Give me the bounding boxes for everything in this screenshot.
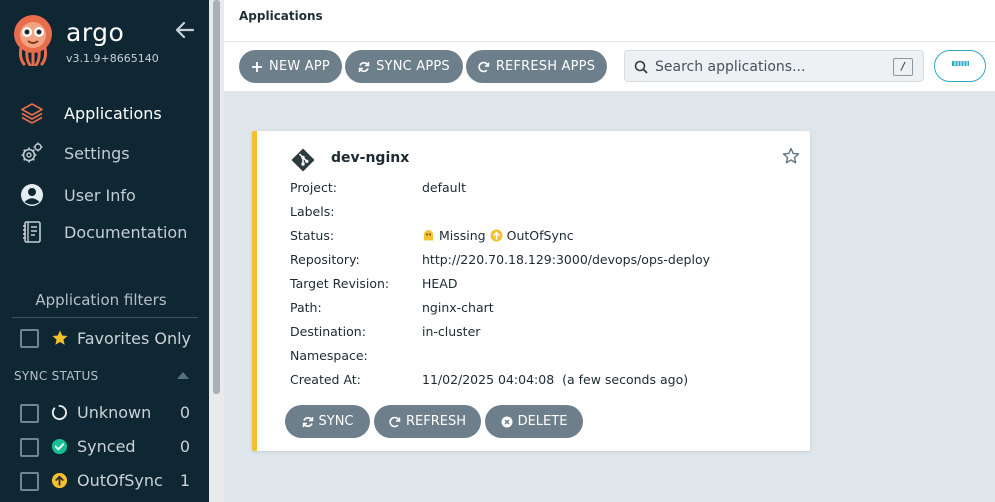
collapse-arrow-icon[interactable]: [175, 20, 195, 40]
scrollbar-thumb[interactable]: [213, 0, 220, 394]
field-key: Path:: [290, 300, 322, 315]
book-icon: [23, 221, 41, 243]
favorite-star-icon[interactable]: [782, 147, 800, 165]
filter-unknown[interactable]: Unknown 0: [20, 403, 190, 425]
arrow-up-circle-icon: [51, 472, 68, 489]
refresh-icon: [389, 416, 401, 427]
nav-item-label: User Info: [64, 185, 136, 205]
search-icon: [634, 60, 648, 74]
search-box[interactable]: /: [624, 50, 924, 82]
field-key: Created At:: [290, 372, 361, 387]
field-key: Labels:: [290, 204, 335, 219]
nav-item-documentation[interactable]: Documentation: [0, 216, 209, 248]
refresh-label: REFRESH: [406, 414, 466, 429]
sync-status-header: SYNC STATUS: [14, 369, 99, 383]
sync-status-text: OutOfSync: [506, 228, 574, 243]
filter-count: 1: [179, 471, 190, 490]
filter-label: OutOfSync: [77, 471, 163, 490]
page-header: Applications: [224, 0, 995, 42]
app-card[interactable]: dev-nginx Project: default Labels: Statu…: [252, 131, 810, 451]
filter-synced[interactable]: Synced 0: [20, 437, 190, 459]
refresh-apps-button[interactable]: REFRESH APPS: [466, 50, 607, 83]
caret-up-icon[interactable]: [176, 370, 190, 380]
sync-apps-label: SYNC APPS: [376, 59, 450, 74]
sync-button[interactable]: SYNC: [285, 405, 370, 438]
sidebar: argo v3.1.9+8665140 Applications Setting…: [0, 0, 209, 502]
field-key: Namespace:: [290, 348, 368, 363]
outofsync-checkbox[interactable]: [20, 472, 39, 491]
view-mode-button[interactable]: [934, 50, 986, 82]
plus-icon: [252, 61, 263, 72]
field-value: 11/02/2025 04:04:08 (a few seconds ago): [422, 372, 689, 387]
sync-icon: [302, 416, 313, 427]
health-status-text: Missing: [439, 228, 486, 243]
delete-label: DELETE: [517, 414, 568, 429]
search-shortcut: /: [893, 58, 913, 76]
refresh-button[interactable]: REFRESH: [374, 405, 481, 438]
favorites-checkbox[interactable]: [20, 329, 39, 348]
field-value: default: [422, 180, 466, 195]
times-circle-icon: [501, 416, 513, 427]
sidebar-scrollbar[interactable]: [209, 0, 224, 502]
layers-icon: [21, 103, 43, 124]
star-icon: [52, 330, 68, 345]
app-name[interactable]: dev-nginx: [331, 150, 409, 166]
new-app-label: NEW APP: [269, 59, 330, 74]
circle-notch-icon: [51, 404, 67, 421]
toolbar: NEW APP SYNC APPS REFRESH APPS /: [224, 42, 995, 92]
field-key: Status:: [290, 228, 335, 243]
filter-outofsync[interactable]: OutOfSync 1: [20, 471, 190, 493]
gears-icon: [21, 142, 43, 163]
repository-link[interactable]: http://220.70.18.129:3000/devops/ops-dep…: [422, 252, 710, 267]
breadcrumb[interactable]: Applications: [239, 9, 323, 23]
field-key: Target Revision:: [290, 276, 390, 291]
refresh-icon: [478, 61, 490, 72]
nav-item-label: Settings: [64, 143, 130, 163]
filter-count: 0: [179, 403, 190, 422]
tiles-view-icon: [952, 61, 969, 66]
field-value: in-cluster: [422, 324, 481, 339]
refresh-apps-label: REFRESH APPS: [495, 59, 596, 74]
new-app-button[interactable]: NEW APP: [239, 50, 342, 83]
field-key: Project:: [290, 180, 337, 195]
filter-label: Unknown: [77, 403, 152, 422]
filter-count: 0: [179, 437, 190, 456]
nav-item-user-info[interactable]: User Info: [0, 179, 209, 211]
unknown-checkbox[interactable]: [20, 404, 39, 423]
sync-icon: [358, 61, 370, 72]
favorites-label: Favorites Only: [77, 329, 192, 348]
brand-name: argo: [66, 18, 125, 47]
filters-title: Application filters: [35, 291, 167, 309]
field-key: Repository:: [290, 252, 360, 267]
sync-label: SYNC: [318, 414, 354, 429]
sync-apps-button[interactable]: SYNC APPS: [345, 50, 463, 83]
nav-item-label: Documentation: [64, 222, 188, 242]
nav-item-applications[interactable]: Applications: [0, 97, 209, 129]
check-circle-icon: [51, 438, 68, 455]
arrow-up-circle-icon: [490, 229, 503, 242]
version-label: v3.1.9+8665140: [66, 52, 159, 65]
argo-logo-icon: [14, 15, 52, 66]
synced-checkbox[interactable]: [20, 438, 39, 457]
git-icon: [291, 148, 315, 172]
user-circle-icon: [21, 184, 43, 206]
delete-button[interactable]: DELETE: [485, 405, 583, 438]
status-values: Missing OutOfSync: [422, 228, 574, 243]
ghost-icon: [424, 230, 433, 241]
field-key: Destination:: [290, 324, 366, 339]
nav-item-settings[interactable]: Settings: [0, 137, 209, 169]
field-value: HEAD: [422, 276, 458, 291]
nav-item-label: Applications: [64, 103, 162, 123]
search-input[interactable]: [655, 57, 885, 77]
field-value: nginx-chart: [422, 300, 494, 315]
divider: [12, 317, 198, 318]
filter-label: Synced: [77, 437, 136, 456]
